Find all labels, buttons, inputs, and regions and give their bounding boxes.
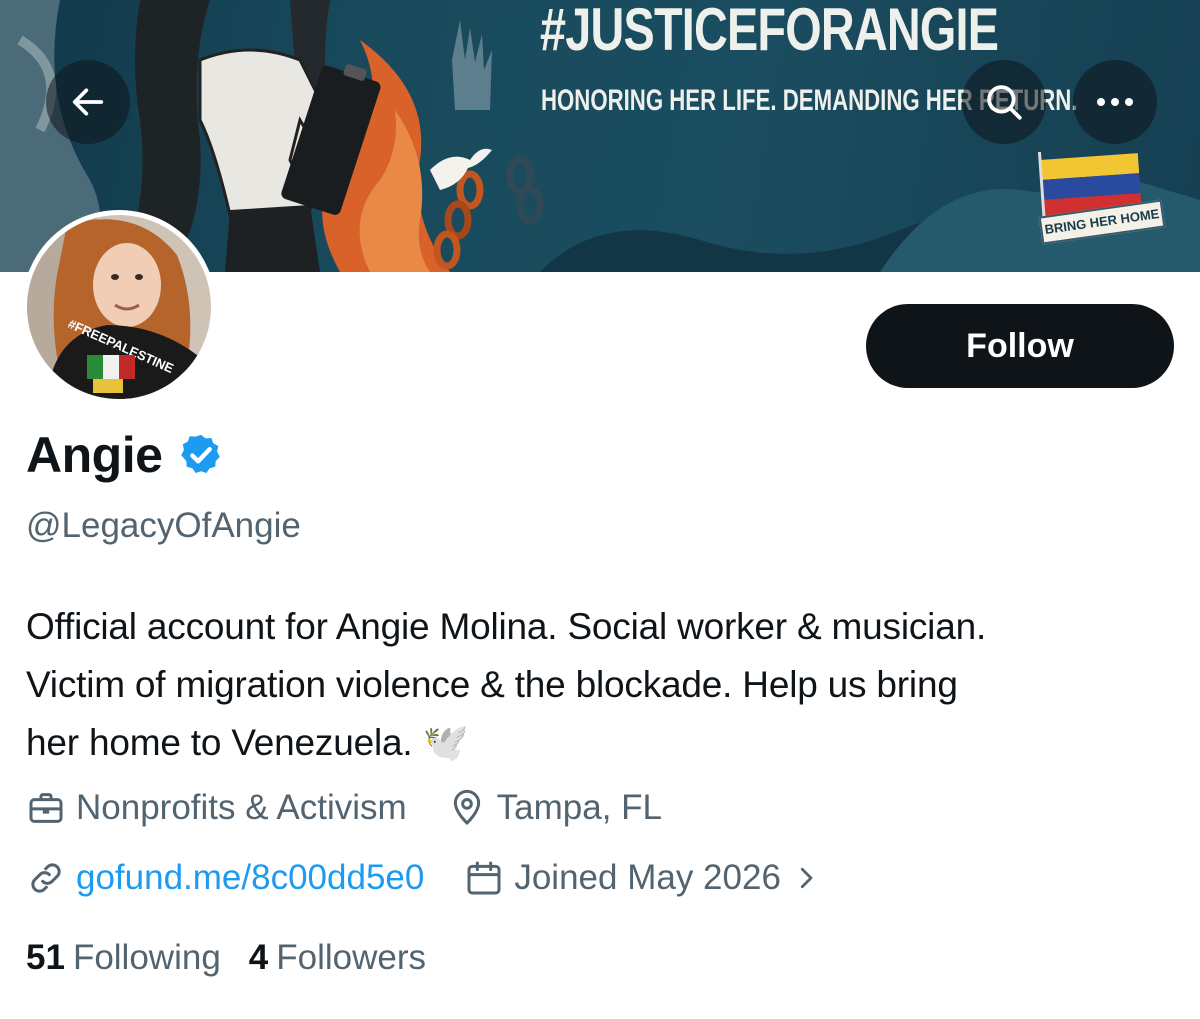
location-item: Tampa, FL bbox=[447, 788, 662, 828]
following-label: Following bbox=[72, 938, 221, 977]
followers-label: Followers bbox=[276, 938, 427, 977]
calendar-icon bbox=[467, 861, 501, 895]
briefcase-icon bbox=[29, 793, 63, 823]
followers-stat[interactable]: 4 Followers bbox=[249, 938, 426, 978]
following-count: 51 bbox=[26, 938, 65, 977]
profile-meta-row: Nonprofits & Activism Tampa, FL bbox=[26, 788, 702, 828]
follow-stats: 51 Following 4 Followers bbox=[26, 938, 454, 978]
handle: @LegacyOfAngie bbox=[26, 506, 301, 545]
profile-meta-row: gofund.me/8c00dd5e0 Joined May 2026 bbox=[26, 858, 861, 898]
category-label: Nonprofits & Activism bbox=[76, 788, 407, 827]
link-icon bbox=[31, 863, 61, 893]
following-stat[interactable]: 51 Following bbox=[26, 938, 221, 978]
website-link[interactable]: gofund.me/8c00dd5e0 bbox=[76, 858, 424, 898]
bio: Official account for Angie Molina. Socia… bbox=[26, 598, 1186, 772]
chevron-right-icon bbox=[800, 867, 813, 889]
name-row: Angie bbox=[26, 426, 224, 484]
display-name: Angie bbox=[26, 427, 163, 483]
joined-label: Joined May 2026 bbox=[514, 858, 781, 897]
website-item[interactable]: gofund.me/8c00dd5e0 bbox=[26, 858, 424, 898]
category-item: Nonprofits & Activism bbox=[26, 788, 407, 828]
more-dots-icon bbox=[1097, 98, 1133, 106]
bio-line: Official account for Angie Molina. Socia… bbox=[26, 606, 987, 647]
followers-count: 4 bbox=[248, 938, 269, 977]
bio-line: Victim of migration violence & the block… bbox=[26, 664, 958, 705]
avatar[interactable]: #FREEPALESTINE bbox=[22, 210, 216, 404]
back-button[interactable] bbox=[46, 60, 130, 144]
more-button[interactable] bbox=[1073, 60, 1157, 144]
joined-item[interactable]: Joined May 2026 bbox=[464, 858, 821, 898]
search-button[interactable] bbox=[962, 60, 1046, 144]
avatar-photo: #FREEPALESTINE bbox=[27, 215, 211, 399]
search-icon bbox=[987, 85, 1022, 120]
bio-line: her home to Venezuela. 🕊️ bbox=[26, 722, 469, 763]
banner-title: #JUSTICEFORANGIE bbox=[540, 0, 999, 63]
arrow-left-icon bbox=[72, 88, 104, 116]
location-label: Tampa, FL bbox=[496, 788, 663, 827]
location-pin-icon bbox=[453, 789, 480, 826]
verified-badge-icon[interactable] bbox=[178, 432, 224, 478]
follow-button[interactable]: Follow bbox=[866, 304, 1174, 388]
